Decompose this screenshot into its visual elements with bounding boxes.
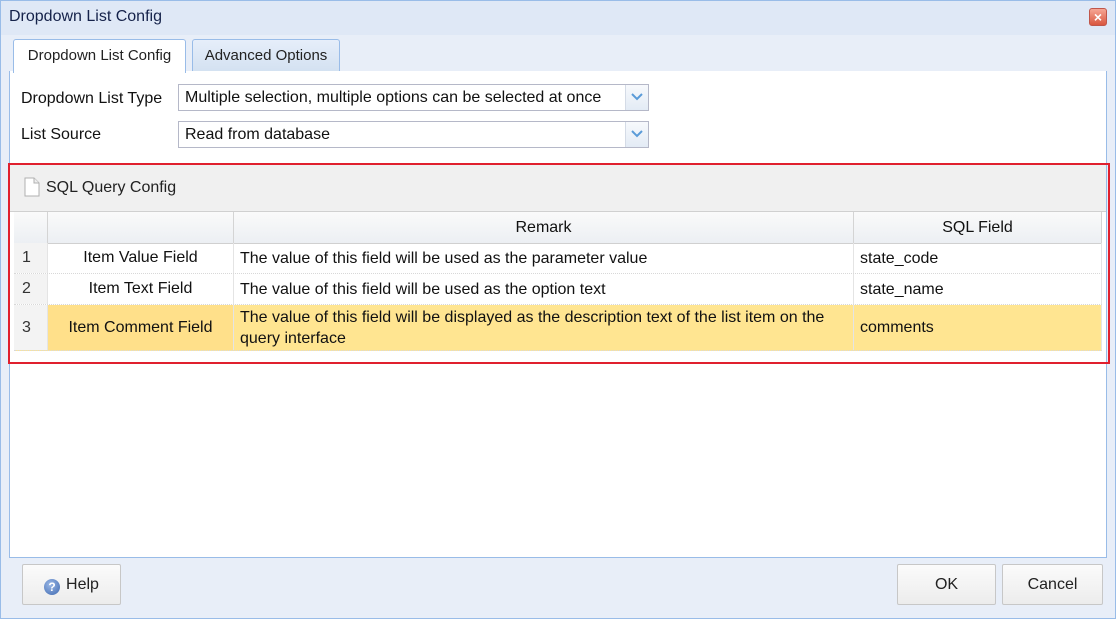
column-header-remark[interactable]: Remark [234,212,854,243]
tab-advanced-options[interactable]: Advanced Options [192,39,340,72]
row-sql-field[interactable]: state_code [854,243,1102,273]
column-header-sql-field[interactable]: SQL Field [854,212,1102,243]
table-row[interactable]: 1 Item Value Field The value of this fie… [14,243,1102,274]
row-remark: The value of this field will be displaye… [234,305,854,350]
help-icon: ? [44,579,61,595]
row-number: 3 [14,305,48,350]
list-type-label: Dropdown List Type [21,90,163,107]
list-source-label: List Source [21,126,102,143]
row-number: 2 [14,274,48,304]
list-type-value: Multiple selection, multiple options can… [185,89,602,106]
help-button[interactable]: ? Help [22,564,121,605]
cancel-button[interactable]: Cancel [1002,564,1103,605]
row-sql-field[interactable]: state_name [854,274,1102,304]
tab-panel: Dropdown List Type Multiple selection, m… [9,71,1107,558]
column-header-rownum [14,212,48,243]
window-title: Dropdown List Config [9,8,162,25]
row-name: Item Value Field [48,243,234,273]
chevron-down-icon [631,130,643,138]
row-name: Item Comment Field [48,305,234,350]
row-name: Item Text Field [48,274,234,304]
tab-strip: Dropdown List Config Advanced Options [9,35,1107,73]
dialog-window: Dropdown List Config × Dropdown List Con… [0,0,1116,619]
sql-section-title: SQL Query Config [46,179,177,196]
tab-dropdown-list-config[interactable]: Dropdown List Config [13,39,186,73]
list-source-dropdown-trigger[interactable] [625,122,648,147]
help-button-label: Help [66,576,99,593]
list-type-dropdown-trigger[interactable] [625,85,648,110]
close-icon[interactable]: × [1089,8,1107,26]
grid-header: Remark SQL Field [14,212,1102,244]
column-header-name [48,212,234,243]
row-remark: The value of this field will be used as … [234,243,854,273]
list-source-value: Read from database [185,126,330,143]
sql-section-header: SQL Query Config [10,163,1106,212]
table-row[interactable]: 2 Item Text Field The value of this fiel… [14,274,1102,305]
ok-button[interactable]: OK [897,564,996,605]
list-type-select[interactable]: Multiple selection, multiple options can… [178,84,649,111]
row-number: 1 [14,243,48,273]
row-sql-field[interactable]: comments [854,305,1102,350]
table-row-selected[interactable]: 3 Item Comment Field The value of this f… [14,305,1102,351]
sql-query-config-section: SQL Query Config Remark SQL Field 1 Item… [10,163,1106,363]
row-remark: The value of this field will be used as … [234,274,854,304]
title-bar[interactable]: Dropdown List Config × [1,1,1115,35]
list-source-select[interactable]: Read from database [178,121,649,148]
dialog-footer: ? Help OK Cancel [9,558,1107,614]
document-icon [24,177,40,197]
chevron-down-icon [631,93,643,101]
